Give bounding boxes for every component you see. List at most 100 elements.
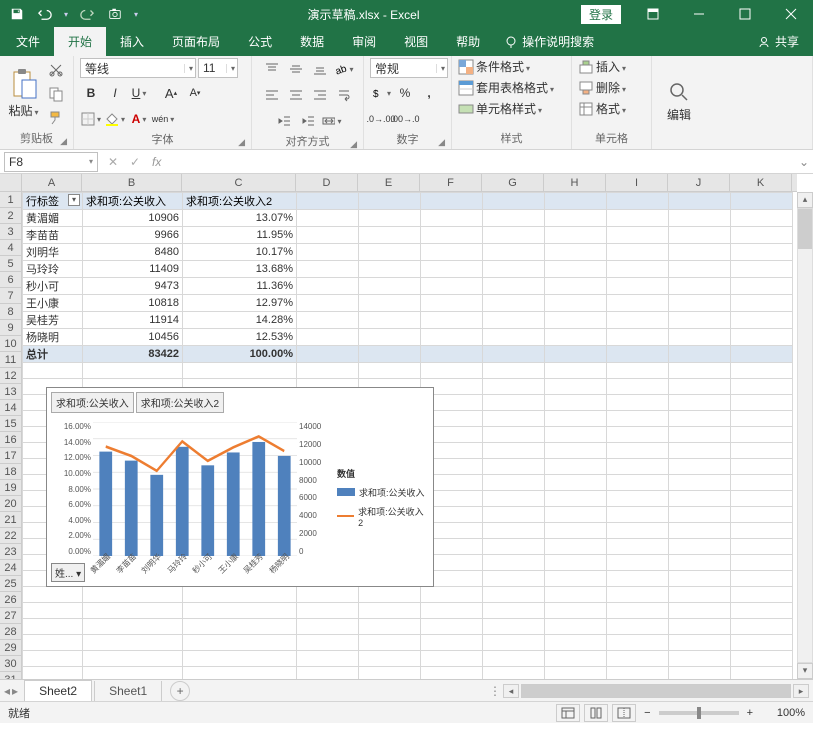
redo-icon[interactable] bbox=[78, 5, 96, 23]
scroll-up-icon[interactable]: ▴ bbox=[797, 192, 813, 208]
merge-center-icon[interactable] bbox=[321, 110, 343, 132]
cell-styles-button[interactable]: 单元格样式 bbox=[458, 100, 542, 117]
bold-button[interactable]: B bbox=[80, 82, 102, 104]
format-painter-icon[interactable] bbox=[45, 107, 67, 129]
chart-field-button-1[interactable]: 求和项:公关收入 bbox=[51, 392, 134, 413]
vertical-scroll-thumb[interactable] bbox=[798, 209, 812, 249]
pivot-filter-dropdown[interactable]: ▾ bbox=[68, 194, 80, 206]
maximize-button[interactable] bbox=[723, 0, 767, 28]
zoom-level[interactable]: 100% bbox=[761, 707, 805, 719]
zoom-in-button[interactable]: + bbox=[743, 707, 757, 719]
conditional-format-button[interactable]: 条件格式 bbox=[458, 58, 530, 75]
delete-cells-button[interactable]: 删除 bbox=[578, 79, 626, 96]
format-cells-button[interactable]: 格式 bbox=[578, 100, 626, 117]
undo-icon[interactable] bbox=[36, 5, 54, 23]
copy-icon[interactable] bbox=[45, 83, 67, 105]
cells-area[interactable]: 行标签▾求和项:公关收入求和项:公关收入2黄湄媚1090613.07%李苗苗99… bbox=[22, 192, 793, 679]
insert-cells-button[interactable]: 插入 bbox=[578, 58, 626, 75]
align-right-icon[interactable] bbox=[309, 84, 331, 106]
font-name-combo[interactable]: 等线▾ bbox=[80, 58, 196, 78]
cancel-formula-icon[interactable]: ✕ bbox=[102, 155, 124, 169]
increase-indent-icon[interactable] bbox=[297, 110, 319, 132]
qat-customize-icon[interactable]: ▾ bbox=[134, 10, 138, 19]
tab-split-handle[interactable]: ⋮ bbox=[489, 684, 501, 698]
enter-formula-icon[interactable]: ✓ bbox=[124, 155, 146, 169]
tell-me[interactable]: 操作说明搜索 bbox=[494, 27, 604, 56]
fill-color-button[interactable] bbox=[104, 108, 126, 130]
zoom-out-button[interactable]: − bbox=[640, 707, 654, 719]
underline-button[interactable]: U bbox=[128, 82, 150, 104]
select-all-corner[interactable] bbox=[0, 174, 22, 192]
scroll-down-icon[interactable]: ▾ bbox=[797, 663, 813, 679]
wrap-text-icon[interactable] bbox=[333, 84, 355, 106]
vertical-scrollbar[interactable]: ▴ ▾ bbox=[797, 192, 813, 679]
row-headers[interactable]: 1234567891011121314151617181920212223242… bbox=[0, 192, 22, 679]
camera-icon[interactable] bbox=[106, 5, 124, 23]
chart-axis-field-button[interactable]: 姓... ▾ bbox=[51, 563, 85, 582]
pivot-chart[interactable]: 求和项:公关收入 求和项:公关收入2 16.00%14.00%12.00%10.… bbox=[46, 387, 434, 587]
table-format-button[interactable]: 套用表格格式 bbox=[458, 79, 554, 96]
scroll-right-icon[interactable]: ▸ bbox=[793, 684, 809, 698]
paste-button[interactable]: 粘贴 bbox=[6, 68, 41, 119]
increase-decimal-icon[interactable]: .0→.00 bbox=[370, 108, 392, 130]
ribbon-display-icon[interactable] bbox=[631, 0, 675, 28]
column-headers[interactable]: ABCDEFGHIJK bbox=[22, 174, 797, 192]
formula-input[interactable] bbox=[167, 152, 795, 172]
align-center-icon[interactable] bbox=[285, 84, 307, 106]
orientation-icon[interactable]: ab bbox=[333, 58, 355, 80]
font-color-button[interactable]: A bbox=[128, 108, 150, 130]
tab-data[interactable]: 数据 bbox=[286, 27, 338, 56]
tab-insert[interactable]: 插入 bbox=[106, 27, 158, 56]
save-icon[interactable] bbox=[8, 5, 26, 23]
clipboard-dialog-launcher[interactable]: ◢ bbox=[60, 136, 67, 147]
percent-format-icon[interactable]: % bbox=[394, 82, 416, 104]
tab-help[interactable]: 帮助 bbox=[442, 27, 494, 56]
increase-font-icon[interactable]: A▴ bbox=[160, 82, 182, 104]
tab-file[interactable]: 文件 bbox=[2, 27, 54, 56]
borders-button[interactable] bbox=[80, 108, 102, 130]
decrease-font-icon[interactable]: A▾ bbox=[184, 82, 206, 104]
name-box[interactable]: F8▾ bbox=[4, 152, 98, 172]
font-size-combo[interactable]: 11▾ bbox=[198, 58, 238, 78]
sheet-tab-active[interactable]: Sheet2 bbox=[24, 680, 92, 701]
align-dialog-launcher[interactable]: ◢ bbox=[350, 139, 357, 150]
new-sheet-button[interactable]: + bbox=[170, 681, 190, 701]
sheet-nav[interactable]: ◂▸ bbox=[0, 684, 22, 698]
expand-formula-bar-icon[interactable]: ⌄ bbox=[795, 155, 813, 169]
scroll-left-icon[interactable]: ◂ bbox=[503, 684, 519, 698]
page-break-view-icon[interactable] bbox=[612, 704, 636, 722]
undo-dropdown-icon[interactable]: ▾ bbox=[64, 10, 68, 19]
number-dialog-launcher[interactable]: ◢ bbox=[438, 137, 445, 148]
decrease-indent-icon[interactable] bbox=[273, 110, 295, 132]
align-bottom-icon[interactable] bbox=[309, 58, 331, 80]
align-top-icon[interactable] bbox=[261, 58, 283, 80]
comma-format-icon[interactable]: , bbox=[418, 82, 440, 104]
align-middle-icon[interactable] bbox=[285, 58, 307, 80]
tab-page-layout[interactable]: 页面布局 bbox=[158, 27, 234, 56]
tab-view[interactable]: 视图 bbox=[390, 27, 442, 56]
align-left-icon[interactable] bbox=[261, 84, 283, 106]
page-layout-view-icon[interactable] bbox=[584, 704, 608, 722]
chart-field-button-2[interactable]: 求和项:公关收入2 bbox=[136, 392, 224, 413]
fx-icon[interactable]: fx bbox=[146, 155, 167, 169]
accounting-format-icon[interactable]: $ bbox=[370, 82, 392, 104]
normal-view-icon[interactable] bbox=[556, 704, 580, 722]
horizontal-scroll-thumb[interactable] bbox=[522, 685, 790, 697]
close-button[interactable] bbox=[769, 0, 813, 28]
cut-icon[interactable] bbox=[45, 59, 67, 81]
tab-home[interactable]: 开始 bbox=[54, 27, 106, 56]
zoom-slider[interactable] bbox=[659, 711, 739, 715]
horizontal-scrollbar[interactable] bbox=[521, 684, 791, 698]
italic-button[interactable]: I bbox=[104, 82, 126, 104]
tab-review[interactable]: 审阅 bbox=[338, 27, 390, 56]
number-format-combo[interactable]: 常规▾ bbox=[370, 58, 448, 78]
decrease-decimal-icon[interactable]: .00→.0 bbox=[394, 108, 416, 130]
find-select-button[interactable]: 编辑 bbox=[658, 80, 700, 123]
share-button[interactable]: 共享 bbox=[743, 27, 813, 56]
minimize-button[interactable] bbox=[677, 0, 721, 28]
sheet-tab-other[interactable]: Sheet1 bbox=[94, 681, 162, 701]
tab-formulas[interactable]: 公式 bbox=[234, 27, 286, 56]
phonetic-button[interactable]: wén bbox=[152, 108, 174, 130]
font-dialog-launcher[interactable]: ◢ bbox=[238, 137, 245, 148]
signin-button[interactable]: 登录 bbox=[581, 5, 621, 24]
